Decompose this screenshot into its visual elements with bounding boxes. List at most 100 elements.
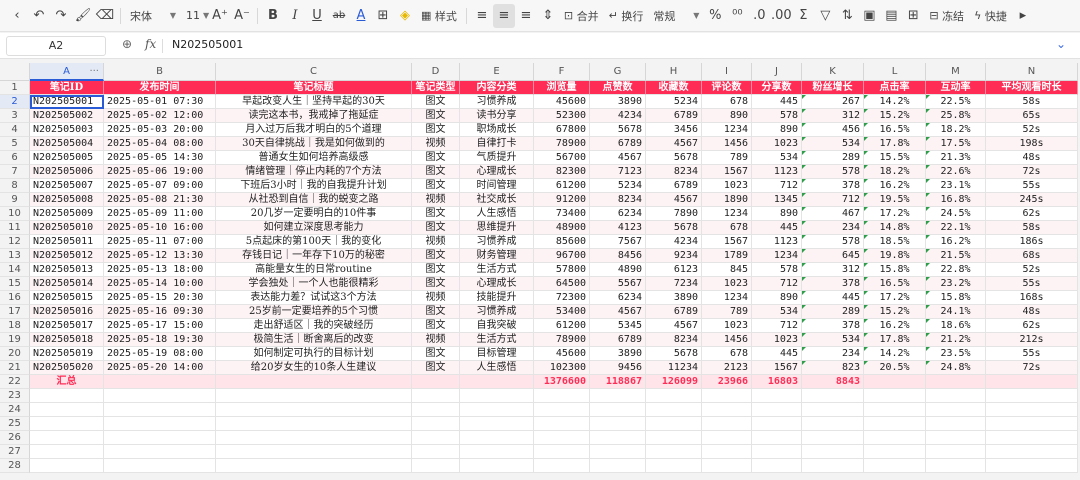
table-cell[interactable]: 2025-05-18 19:30 <box>104 333 216 347</box>
style-button[interactable]: ▦ 样式 <box>416 4 462 28</box>
empty-cell[interactable] <box>702 417 752 431</box>
table-cell[interactable]: 21.3% <box>926 151 986 165</box>
table-cell[interactable]: 9456 <box>590 361 646 375</box>
table-cell[interactable]: 91200 <box>534 193 590 207</box>
row-header[interactable]: 3 <box>0 109 30 123</box>
header-cell[interactable]: 笔记ID <box>30 81 104 95</box>
table-cell[interactable]: 45600 <box>534 95 590 109</box>
table-cell[interactable]: N202505013 <box>30 263 104 277</box>
table-cell[interactable]: 4890 <box>590 263 646 277</box>
empty-cell[interactable] <box>752 389 802 403</box>
table-cell[interactable]: 5678 <box>590 123 646 137</box>
row-header[interactable]: 10 <box>0 207 30 221</box>
table-cell[interactable]: 早起改变人生｜坚持早起的30天 <box>216 95 412 109</box>
table-cell[interactable]: 245s <box>986 193 1078 207</box>
table-cell[interactable]: 62s <box>986 207 1078 221</box>
table-cell[interactable]: 图文 <box>412 179 460 193</box>
header-cell[interactable]: 点赞数 <box>590 81 646 95</box>
table-cell[interactable]: 1456 <box>702 333 752 347</box>
column-header-b[interactable]: B <box>104 63 216 81</box>
table-cell[interactable]: 15.8% <box>926 291 986 305</box>
table-cell[interactable]: 712 <box>752 179 802 193</box>
table-cell[interactable]: 财务管理 <box>460 249 534 263</box>
table-cell[interactable]: 图文 <box>412 263 460 277</box>
table-cell[interactable]: 2025-05-11 07:00 <box>104 235 216 249</box>
table-cell[interactable]: 19.5% <box>864 193 926 207</box>
table-cell[interactable]: 289 <box>802 305 864 319</box>
table-cell[interactable]: 15.2% <box>864 109 926 123</box>
table-cell[interactable]: 234 <box>802 347 864 361</box>
empty-cell[interactable] <box>30 445 104 459</box>
table-cell[interactable]: 24.1% <box>926 305 986 319</box>
table-cell[interactable]: 2025-05-07 09:00 <box>104 179 216 193</box>
table-cell[interactable]: N202505003 <box>30 123 104 137</box>
empty-cell[interactable] <box>590 403 646 417</box>
sort-icon[interactable]: ⇅ <box>836 4 858 28</box>
table-cell[interactable]: 高能量女生的日常routine <box>216 263 412 277</box>
table-cell[interactable]: 2025-05-01 07:30 <box>104 95 216 109</box>
table-cell[interactable]: 212s <box>986 333 1078 347</box>
zoom-icon[interactable]: ⊕ <box>122 37 132 51</box>
table-cell[interactable]: 1567 <box>702 165 752 179</box>
table-cell[interactable]: 2025-05-13 18:00 <box>104 263 216 277</box>
table-cell[interactable]: 62s <box>986 319 1078 333</box>
row-header[interactable]: 5 <box>0 137 30 151</box>
table-cell[interactable]: 自律打卡 <box>460 137 534 151</box>
table-cell[interactable]: 2025-05-12 13:30 <box>104 249 216 263</box>
table-cell[interactable]: 读完这本书，我戒掉了拖延症 <box>216 109 412 123</box>
row-header[interactable]: 11 <box>0 221 30 235</box>
table-cell[interactable]: 给20岁女生的10条人生建议 <box>216 361 412 375</box>
table-cell[interactable]: 1567 <box>752 361 802 375</box>
table-cell[interactable]: 58s <box>986 95 1078 109</box>
table-cell[interactable]: 2123 <box>702 361 752 375</box>
chart-icon[interactable]: ▤ <box>880 4 902 28</box>
header-cell[interactable]: 平均观看时长 <box>986 81 1078 95</box>
empty-cell[interactable] <box>460 459 534 473</box>
empty-cell[interactable] <box>802 389 864 403</box>
row-header[interactable]: 18 <box>0 319 30 333</box>
table-cell[interactable]: 48s <box>986 305 1078 319</box>
table-cell[interactable]: 2025-05-20 14:00 <box>104 361 216 375</box>
row-header[interactable]: 14 <box>0 263 30 277</box>
table-cell[interactable]: 534 <box>802 333 864 347</box>
table-cell[interactable]: 5234 <box>590 179 646 193</box>
table-cell[interactable]: 7890 <box>646 207 702 221</box>
table-cell[interactable]: 78900 <box>534 333 590 347</box>
table-cell[interactable]: 8234 <box>646 165 702 179</box>
table-cell[interactable]: 312 <box>802 109 864 123</box>
table-cell[interactable]: 467 <box>802 207 864 221</box>
column-header-e[interactable]: E <box>460 63 534 81</box>
summary-cell[interactable] <box>216 375 412 389</box>
column-header-h[interactable]: H <box>646 63 702 81</box>
table-cell[interactable]: 82300 <box>534 165 590 179</box>
header-cell[interactable]: 评论数 <box>702 81 752 95</box>
row-header[interactable]: 8 <box>0 179 30 193</box>
table-cell[interactable]: 23.5% <box>926 347 986 361</box>
table-cell[interactable]: 48s <box>986 151 1078 165</box>
row-header[interactable]: 15 <box>0 277 30 291</box>
table-cell[interactable]: 11234 <box>646 361 702 375</box>
table-cell[interactable]: 20几岁一定要明白的10件事 <box>216 207 412 221</box>
table-cell[interactable]: 1023 <box>702 179 752 193</box>
header-cell[interactable]: 粉丝增长 <box>802 81 864 95</box>
summary-cell[interactable] <box>926 375 986 389</box>
table-cell[interactable]: 22.1% <box>926 221 986 235</box>
row-header[interactable]: 28 <box>0 459 30 473</box>
table-cell[interactable]: 55s <box>986 347 1078 361</box>
column-header-f[interactable]: F <box>534 63 590 81</box>
table-cell[interactable]: 图文 <box>412 249 460 263</box>
table-cell[interactable]: 378 <box>802 179 864 193</box>
table-cell[interactable]: N202505012 <box>30 249 104 263</box>
table-cell[interactable]: 24.5% <box>926 207 986 221</box>
table-cell[interactable]: N202505019 <box>30 347 104 361</box>
table-cell[interactable]: 72s <box>986 165 1078 179</box>
empty-cell[interactable] <box>412 403 460 417</box>
name-box[interactable]: A2 <box>6 36 106 56</box>
table-cell[interactable]: 1023 <box>702 319 752 333</box>
table-cell[interactable]: 1567 <box>702 235 752 249</box>
table-cell[interactable]: 234 <box>802 221 864 235</box>
table-cell[interactable]: 22.8% <box>926 263 986 277</box>
empty-cell[interactable] <box>864 459 926 473</box>
table-cell[interactable]: 1345 <box>752 193 802 207</box>
table-cell[interactable]: 9234 <box>646 249 702 263</box>
